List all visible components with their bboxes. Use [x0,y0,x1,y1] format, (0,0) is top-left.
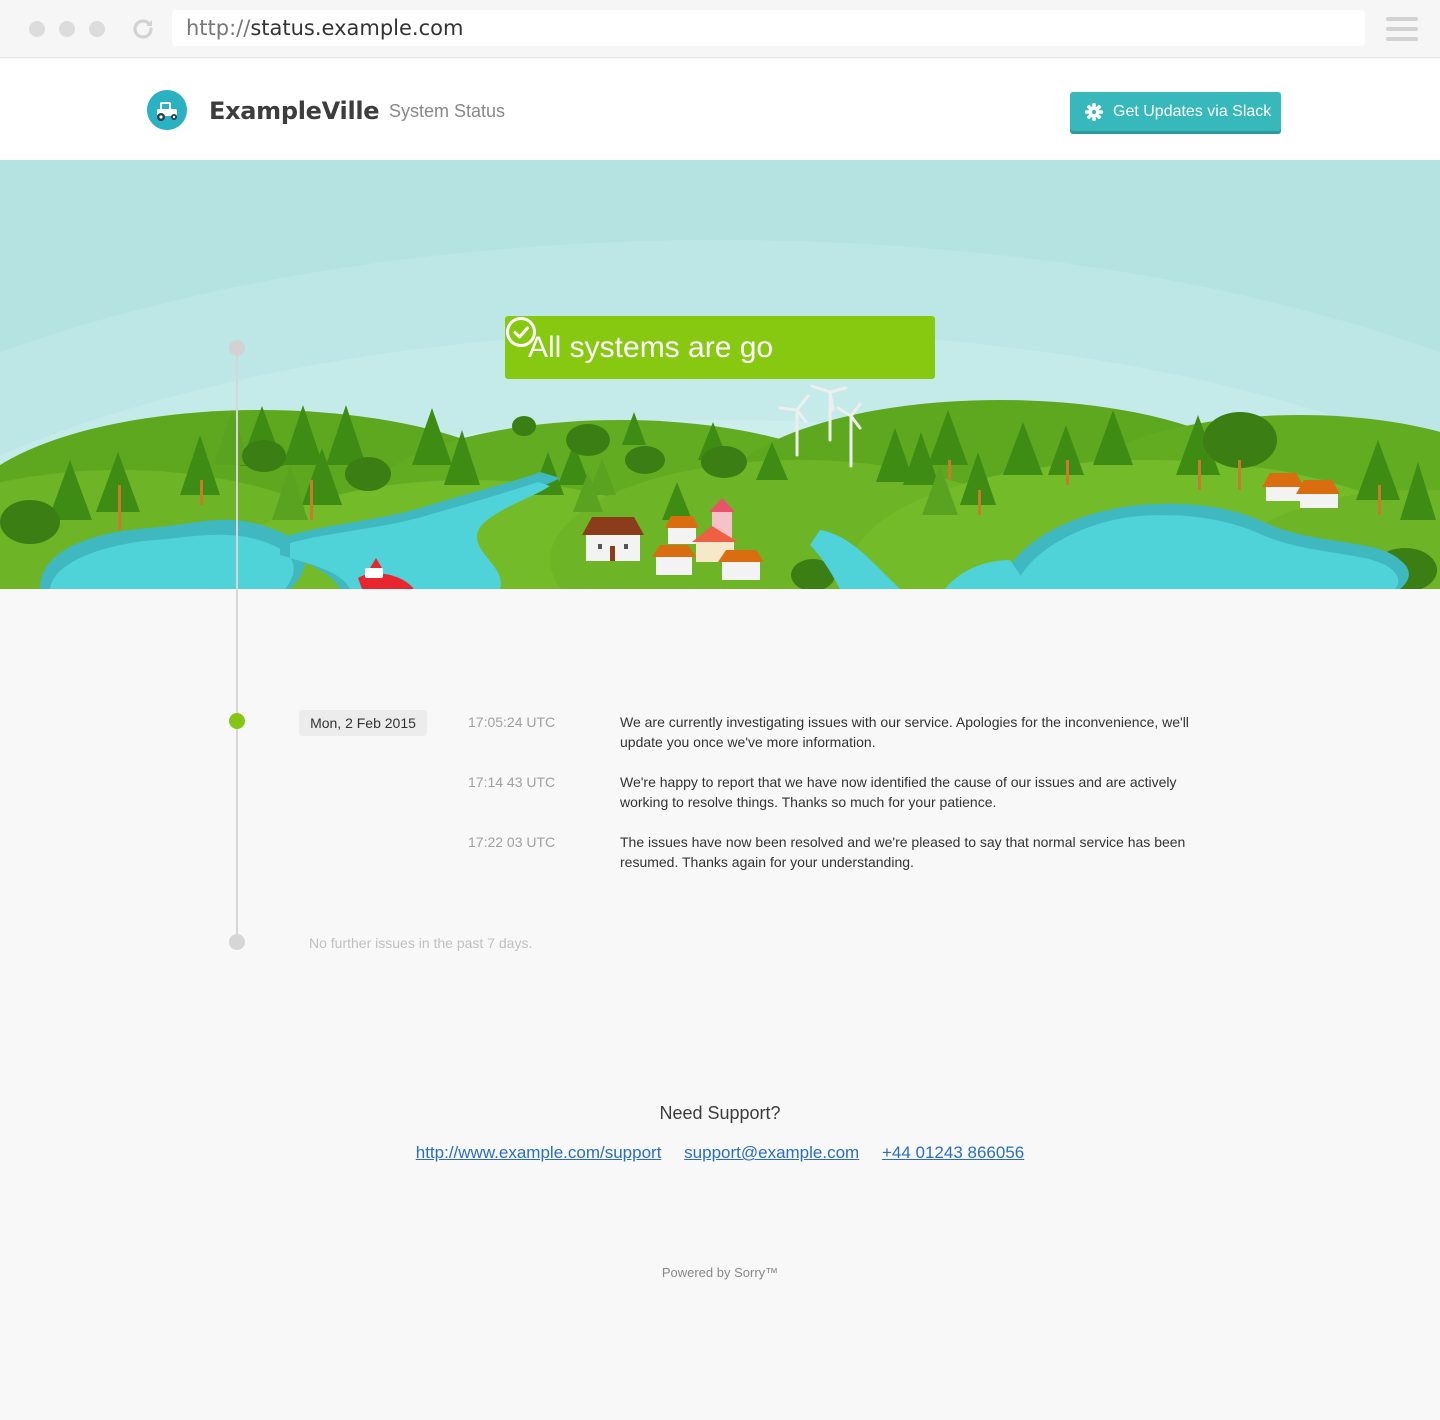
reload-icon[interactable] [131,17,155,41]
timeline-incident-dot [229,713,245,729]
url-host: status.example.com [250,16,464,40]
slack-updates-button[interactable]: Get Updates via Slack [1070,92,1281,131]
tractor-logo-icon[interactable] [147,90,187,130]
powered-by-footer[interactable]: Powered by Sorry™ [0,1265,1440,1280]
support-links: http://www.example.com/support support@e… [0,1143,1440,1163]
browser-chrome: http://status.example.com [0,0,1440,58]
incident-date-badge: Mon, 2 Feb 2015 [299,710,427,736]
no-further-issues-note: No further issues in the past 7 days. [309,935,533,951]
window-maximize-dot[interactable] [89,21,105,37]
update-time: 17:14 43 UTC [468,774,556,790]
site-header: ExampleVille System Status Get Updates v… [0,59,1440,160]
hamburger-menu-icon[interactable] [1386,17,1418,41]
hero-landscape: All systems are go [0,160,1440,589]
timeline-end-dot [229,934,245,950]
timeline-start-dot [229,340,245,356]
update-time: 17:22 03 UTC [468,834,556,850]
window-close-dot[interactable] [29,21,45,37]
slack-gear-icon [1085,102,1103,121]
brand-name[interactable]: ExampleVille [209,97,380,125]
system-status-banner: All systems are go [505,316,935,379]
slack-button-label: Get Updates via Slack [1113,102,1272,120]
support-heading: Need Support? [659,1103,781,1123]
status-text: All systems are go [528,331,774,364]
support-url-link[interactable]: http://www.example.com/support [416,1143,662,1162]
support-phone-link[interactable]: +44 01243 866056 [882,1143,1024,1162]
window-minimize-dot[interactable] [59,21,75,37]
update-message: We're happy to report that we have now i… [620,774,1177,810]
support-email-link[interactable]: support@example.com [684,1143,859,1162]
update-message: We are currently investigating issues wi… [620,714,1189,750]
check-circle-icon [506,317,536,347]
url-scheme: http:// [186,16,251,40]
address-bar[interactable]: http://status.example.com [172,10,1365,46]
timeline-line [236,348,238,942]
update-message: The issues have now been resolved and we… [620,834,1186,870]
page-subtitle: System Status [389,101,506,121]
update-time: 17:05:24 UTC [468,714,556,730]
